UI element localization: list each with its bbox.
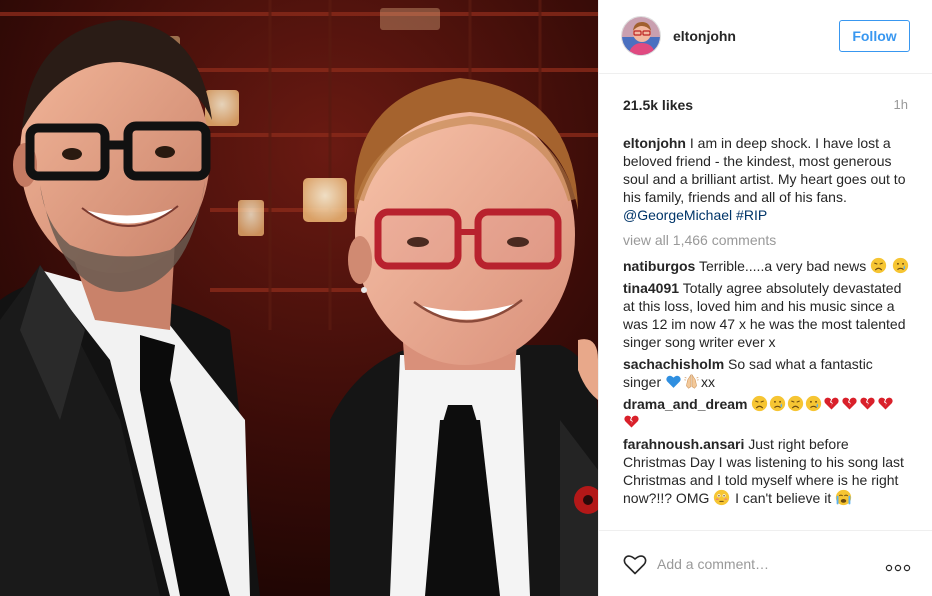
broken-heart-icon [823, 395, 840, 412]
heart-outline-icon[interactable] [623, 553, 649, 577]
follow-button[interactable]: Follow [839, 20, 910, 52]
crying-face-icon [769, 395, 786, 412]
add-comment-input[interactable] [657, 550, 867, 578]
broken-heart-icon [877, 395, 894, 412]
crying-face-icon [892, 257, 909, 274]
comment-username[interactable]: tina4091 [623, 280, 679, 296]
broken-heart-icon [841, 395, 858, 412]
instagram-post: eltonjohn Follow 21.5k likes 1h eltonjoh… [0, 0, 932, 596]
view-all-comments-link[interactable]: view all 1,466 comments [623, 231, 913, 249]
comment-username[interactable]: sachachisholm [623, 356, 724, 372]
mention-link[interactable]: @GeorgeMichael [623, 207, 732, 223]
post-header: eltonjohn Follow [599, 0, 932, 74]
broken-heart-icon [859, 395, 876, 412]
blue-heart-icon [665, 373, 682, 390]
comment: sachachisholm So sad what a fantastic si… [623, 355, 913, 391]
post-footer [599, 530, 932, 596]
post-photo[interactable] [0, 0, 598, 596]
sad-face-icon [870, 257, 887, 274]
comment-username[interactable]: natiburgos [623, 258, 695, 274]
comment: tina4091 Totally agree absolutely devast… [623, 279, 913, 351]
likes-count[interactable]: 21.5k likes [623, 97, 693, 113]
post-time[interactable]: 1h [894, 97, 908, 112]
comment-username[interactable]: farahnoush.ansari [623, 436, 744, 452]
hashtag-link[interactable]: #RIP [736, 207, 767, 223]
ellipsis-icon[interactable] [885, 559, 911, 572]
comment-text: Terrible.....a very bad news [698, 258, 867, 274]
post-photo-image [0, 0, 598, 596]
avatar[interactable] [621, 16, 661, 56]
comment: natiburgos Terrible.....a very bad news [623, 257, 913, 275]
sad-face-icon [751, 395, 768, 412]
avatar-image [622, 17, 660, 55]
broken-heart-icon [623, 413, 640, 430]
comment: drama_and_dream [623, 395, 913, 431]
comment-tail: I can't believe it [735, 490, 832, 506]
caption: eltonjohn I am in deep shock. I have los… [623, 134, 913, 224]
caption-username[interactable]: eltonjohn [623, 135, 686, 151]
comment-tail: xx [701, 374, 716, 390]
flushed-face-icon [713, 489, 730, 506]
comment-username[interactable]: drama_and_dream [623, 396, 748, 412]
comments-list[interactable]: eltonjohn I am in deep shock. I have los… [623, 134, 913, 530]
loudly-crying-face-icon [835, 489, 852, 506]
sad-face-icon [787, 395, 804, 412]
praying-hands-icon [683, 373, 700, 390]
post-sidebar: eltonjohn Follow 21.5k likes 1h eltonjoh… [598, 0, 932, 596]
crying-face-icon [805, 395, 822, 412]
header-username[interactable]: eltonjohn [673, 28, 736, 44]
comment: farahnoush.ansari Just right before Chri… [623, 435, 913, 507]
